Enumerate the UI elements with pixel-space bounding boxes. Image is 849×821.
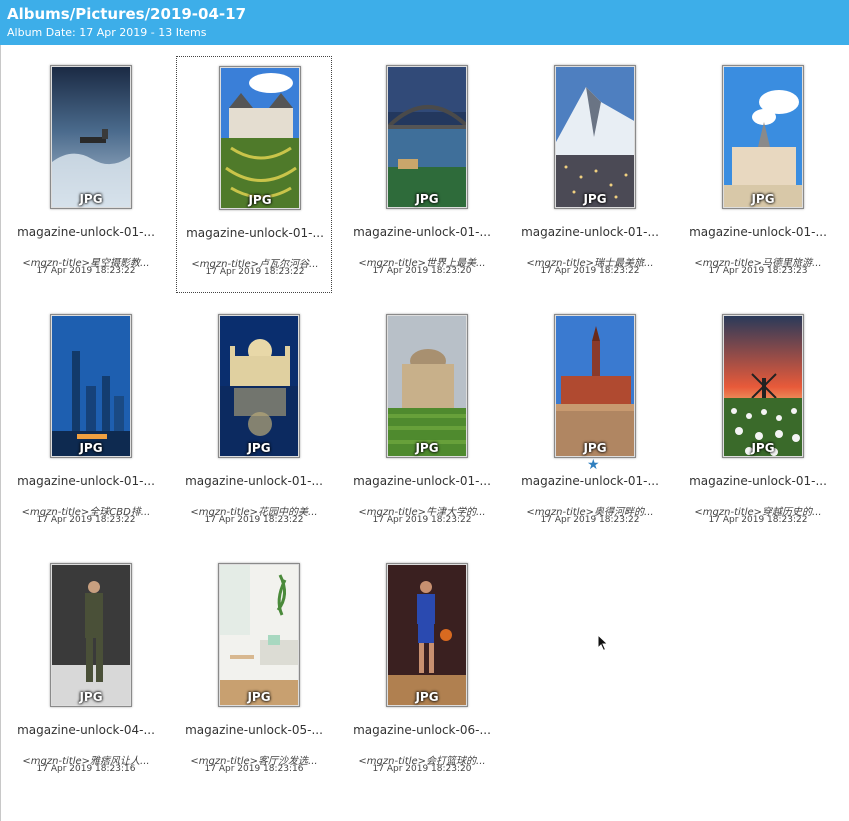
item-filename: magazine-unlock-05-... [185, 723, 323, 737]
format-badge: JPG [751, 441, 775, 455]
thumbnail-item[interactable]: JPG magazine-unlock-01-... <mgzn-title>马德里… [680, 56, 836, 293]
thumbnail-image[interactable]: JPG [386, 563, 468, 707]
thumbnail-artwork [52, 316, 130, 456]
item-filename: magazine-unlock-01-... [689, 474, 827, 488]
thumbnail-item[interactable]: JPG magazine-unlock-06-... <mgzn-title>会打篮… [344, 554, 500, 791]
format-badge: JPG [79, 192, 103, 206]
thumbnail-item[interactable]: JPG magazine-unlock-01-... <mgzn-title>星空摄… [8, 56, 164, 293]
format-badge: JPG [415, 441, 439, 455]
thumbnail-artwork [388, 316, 466, 456]
item-date: 17 Apr 2019 18:23:22 [372, 515, 472, 525]
format-badge: JPG [247, 441, 271, 455]
item-filename: magazine-unlock-01-... [186, 226, 324, 240]
thumbnail-item[interactable]: JPG magazine-unlock-01-... <mgzn-title>卢瓦尔… [176, 56, 332, 293]
format-badge: JPG [79, 690, 103, 704]
item-filename: magazine-unlock-01-... [521, 225, 659, 239]
item-date: 17 Apr 2019 18:23:22 [36, 266, 136, 276]
thumbnail-item[interactable]: JPG magazine-unlock-01-... <mgzn-title>花园中… [176, 305, 332, 542]
thumbnail-artwork [388, 67, 466, 207]
thumbnail-artwork [388, 565, 466, 705]
thumbnail-image[interactable]: JPG [722, 65, 804, 209]
thumbnail-item[interactable]: JPG magazine-unlock-01-... <mgzn-title>牛津大… [344, 305, 500, 542]
thumbnail-image[interactable]: JPG [218, 563, 300, 707]
item-date: 17 Apr 2019 18:23:16 [204, 764, 304, 774]
item-filename: magazine-unlock-01-... [185, 474, 323, 488]
thumbnail-artwork [724, 316, 802, 456]
format-badge: JPG [247, 690, 271, 704]
item-date: 17 Apr 2019 18:23:20 [372, 764, 472, 774]
item-filename: magazine-unlock-01-... [17, 474, 155, 488]
format-badge: JPG [248, 193, 272, 207]
thumbnail-grid: JPG magazine-unlock-01-... <mgzn-title>星空摄… [2, 52, 847, 821]
item-date: 17 Apr 2019 18:23:20 [372, 266, 472, 276]
item-date: 17 Apr 2019 18:23:22 [540, 515, 640, 525]
thumbnail-item[interactable]: JPG magazine-unlock-04-... <mgzn-title>雅痞风… [8, 554, 164, 791]
thumbnail-artwork [52, 67, 130, 207]
item-filename: magazine-unlock-01-... [17, 225, 155, 239]
format-badge: JPG [79, 441, 103, 455]
thumbnail-image[interactable]: JPG [50, 314, 132, 458]
thumbnail-image[interactable]: JPG [219, 66, 301, 210]
item-filename: magazine-unlock-06-... [353, 723, 491, 737]
thumbnail-image[interactable]: JPG [50, 65, 132, 209]
thumbnail-artwork [221, 68, 299, 208]
format-badge: JPG [415, 690, 439, 704]
album-info-subtitle: Album Date: 17 Apr 2019 - 13 Items [7, 26, 207, 39]
item-date: 17 Apr 2019 18:23:22 [708, 515, 808, 525]
album-path-title: Albums/Pictures/2019-04-17 [7, 5, 247, 23]
format-badge: JPG [415, 192, 439, 206]
thumbnail-item[interactable]: JPG magazine-unlock-01-... <mgzn-title>世界上… [344, 56, 500, 293]
thumbnail-image[interactable]: JPG [218, 314, 300, 458]
thumbnail-artwork [556, 316, 634, 456]
thumbnail-image[interactable]: JPG [554, 65, 636, 209]
item-filename: magazine-unlock-04-... [17, 723, 155, 737]
item-filename: magazine-unlock-01-... [689, 225, 827, 239]
format-badge: JPG [583, 441, 607, 455]
thumbnail-item[interactable]: JPG ★ magazine-unlock-01-... <mgzn-title>奥得… [512, 305, 668, 542]
thumbnail-artwork [220, 565, 298, 705]
thumbnail-image[interactable]: JPG [722, 314, 804, 458]
thumbnail-item[interactable]: JPG magazine-unlock-01-... <mgzn-title>穿越历… [680, 305, 836, 542]
item-date: 17 Apr 2019 18:23:16 [36, 764, 136, 774]
thumbnail-image[interactable]: JPG [386, 65, 468, 209]
item-date: 17 Apr 2019 18:23:22 [36, 515, 136, 525]
thumbnail-artwork [52, 565, 130, 705]
item-filename: magazine-unlock-01-... [521, 474, 659, 488]
thumbnail-item[interactable]: JPG magazine-unlock-05-... <mgzn-title>客厅沙… [176, 554, 332, 791]
thumbnail-artwork [556, 67, 634, 207]
thumbnail-image[interactable]: JPG [50, 563, 132, 707]
thumbnail-artwork [724, 67, 802, 207]
thumbnail-image[interactable]: JPG [554, 314, 636, 458]
format-badge: JPG [583, 192, 607, 206]
thumbnail-artwork [220, 316, 298, 456]
star-icon[interactable]: ★ [587, 458, 600, 472]
item-filename: magazine-unlock-01-... [353, 225, 491, 239]
thumbnail-item[interactable]: JPG magazine-unlock-01-... <mgzn-title>全球C… [8, 305, 164, 542]
thumbnail-item[interactable]: JPG magazine-unlock-01-... <mgzn-title>瑞士最… [512, 56, 668, 293]
view-left-border [0, 45, 1, 821]
album-header: Albums/Pictures/2019-04-17 Album Date: 1… [0, 0, 849, 45]
format-badge: JPG [751, 192, 775, 206]
item-date: 17 Apr 2019 18:23:23 [708, 266, 808, 276]
item-date: 17 Apr 2019 18:23:22 [540, 266, 640, 276]
item-filename: magazine-unlock-01-... [353, 474, 491, 488]
item-date: 17 Apr 2019 18:23:22 [204, 515, 304, 525]
item-date: 17 Apr 2019 18:23:22 [205, 267, 305, 277]
thumbnail-image[interactable]: JPG [386, 314, 468, 458]
mouse-pointer-icon [597, 634, 609, 652]
